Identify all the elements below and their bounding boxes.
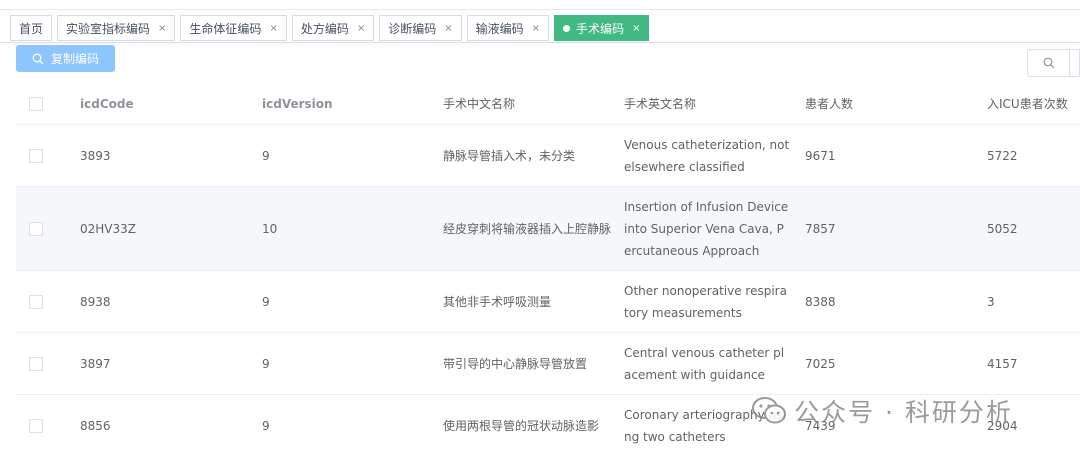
tab-surgery-code[interactable]: 手术编码 ×: [554, 15, 650, 41]
row-select-cell: [29, 125, 59, 186]
tab-prescription-code[interactable]: 处方编码 ×: [291, 15, 375, 41]
cell-icdcode: 8938: [80, 294, 111, 309]
cell-icdversion: 10: [262, 221, 278, 236]
tab-diagnosis-code[interactable]: 诊断编码 ×: [379, 15, 462, 41]
cell-name-en: Central venous catheter placement with g…: [624, 345, 785, 382]
close-icon[interactable]: ×: [357, 23, 365, 34]
cell-icdversion: 9: [262, 356, 270, 371]
tab-label: 首页: [19, 21, 44, 36]
cell-name-cn: 静脉导管插入术，未分类: [443, 148, 576, 163]
wechat-logo-icon: [752, 397, 786, 424]
row-checkbox[interactable]: [29, 221, 43, 236]
cell-icdcode: 8856: [80, 418, 111, 433]
cell-patients: 8388: [805, 294, 836, 309]
top-divider: [0, 9, 1080, 10]
search-icon: [1043, 57, 1055, 69]
close-icon[interactable]: ×: [532, 23, 540, 34]
button-divider: [1069, 50, 1070, 76]
row-checkbox[interactable]: [29, 294, 43, 309]
tags-view-bar: 首页 实验室指标编码 × 生命体征编码 × 处方编码 × 诊断编码 × 输液编码…: [10, 15, 650, 41]
cell-icdcode: 02HV33Z: [80, 221, 136, 236]
column-header-name-cn[interactable]: 手术中文名称: [443, 84, 611, 124]
copy-code-label: 复制编码: [50, 52, 99, 66]
row-select-cell: [29, 187, 59, 270]
tab-label: 输液编码: [475, 21, 524, 36]
close-icon[interactable]: ×: [158, 23, 166, 34]
row-select-cell: [29, 333, 59, 394]
watermark: 公众号 · 科研分析: [752, 392, 1013, 430]
tab-infusion-code[interactable]: 输液编码 ×: [466, 15, 550, 41]
cell-name-cn: 经皮穿刺将输液器插入上腔静脉: [443, 221, 612, 236]
column-header-name-en[interactable]: 手术英文名称: [624, 84, 790, 124]
cell-icu-visits: 5052: [987, 221, 1018, 236]
cell-icdversion: 9: [262, 294, 270, 309]
cell-name-en: Other nonoperative respiratory measureme…: [624, 283, 787, 320]
cell-patients: 7025: [805, 356, 836, 371]
cell-icdcode: 3897: [80, 356, 111, 371]
table-row[interactable]: 8938 9 其他非手术呼吸测量 Other nonoperative resp…: [16, 271, 1080, 333]
tab-label: 处方编码: [300, 21, 349, 36]
close-icon[interactable]: ×: [632, 23, 640, 34]
row-select-cell: [29, 271, 59, 332]
cell-icdversion: 9: [262, 418, 270, 433]
cell-name-en: Insertion of Infusion Device into Superi…: [624, 199, 789, 258]
close-icon[interactable]: ×: [269, 23, 277, 34]
tab-lab-index-code[interactable]: 实验室指标编码 ×: [57, 15, 176, 41]
table-row[interactable]: 3897 9 带引导的中心静脉导管放置 Central venous cathe…: [16, 333, 1080, 395]
search-icon: [32, 53, 44, 64]
cell-patients: 7857: [805, 221, 836, 236]
cell-icu-visits: 4157: [987, 356, 1018, 371]
row-checkbox[interactable]: [29, 148, 43, 163]
search-toggle-button[interactable]: [1027, 49, 1080, 77]
copy-code-button[interactable]: 复制编码: [16, 45, 115, 72]
tab-label: 生命体征编码: [189, 21, 262, 36]
tab-label: 手术编码: [576, 21, 625, 36]
row-select-cell: [29, 395, 59, 453]
cell-icu-visits: 3: [987, 294, 995, 309]
column-header-icdversion[interactable]: icdVersion: [262, 84, 432, 124]
cell-name-cn: 带引导的中心静脉导管放置: [443, 356, 588, 371]
watermark-text: 公众号 · 科研分析: [794, 398, 1013, 427]
tab-label: 实验室指标编码: [66, 21, 151, 36]
tab-home[interactable]: 首页: [10, 15, 53, 41]
column-header-icu-visits[interactable]: 入ICU患者次数: [987, 84, 1080, 124]
close-icon[interactable]: ×: [444, 23, 452, 34]
row-checkbox[interactable]: [29, 356, 43, 371]
column-header-icdcode[interactable]: icdCode: [80, 84, 250, 124]
tab-label: 诊断编码: [388, 21, 437, 36]
cell-name-en: Venous catheterization, not elsewhere cl…: [624, 137, 790, 174]
table-row[interactable]: 3893 9 静脉导管插入术，未分类 Venous catheterizatio…: [16, 125, 1080, 187]
table-row[interactable]: 02HV33Z 10 经皮穿刺将输液器插入上腔静脉 Insertion of I…: [16, 187, 1080, 271]
row-checkbox[interactable]: [29, 418, 43, 433]
select-all-cell: [29, 84, 59, 124]
table-header-row: icdCode icdVersion 手术中文名称 手术英文名称 患者人数 入I…: [16, 84, 1080, 125]
cell-icdcode: 3893: [80, 148, 111, 163]
select-all-checkbox[interactable]: [29, 97, 43, 111]
tab-vital-signs-code[interactable]: 生命体征编码 ×: [180, 15, 287, 41]
cell-name-cn: 其他非手术呼吸测量: [443, 294, 552, 309]
column-header-patients[interactable]: 患者人数: [805, 84, 975, 124]
active-dot-icon: [563, 24, 571, 32]
cell-patients: 9671: [805, 148, 836, 163]
cell-icdversion: 9: [262, 148, 270, 163]
cell-name-cn: 使用两根导管的冠状动脉造影: [443, 418, 600, 433]
cell-icu-visits: 5722: [987, 148, 1018, 163]
tabbar-border: [0, 42, 1080, 43]
